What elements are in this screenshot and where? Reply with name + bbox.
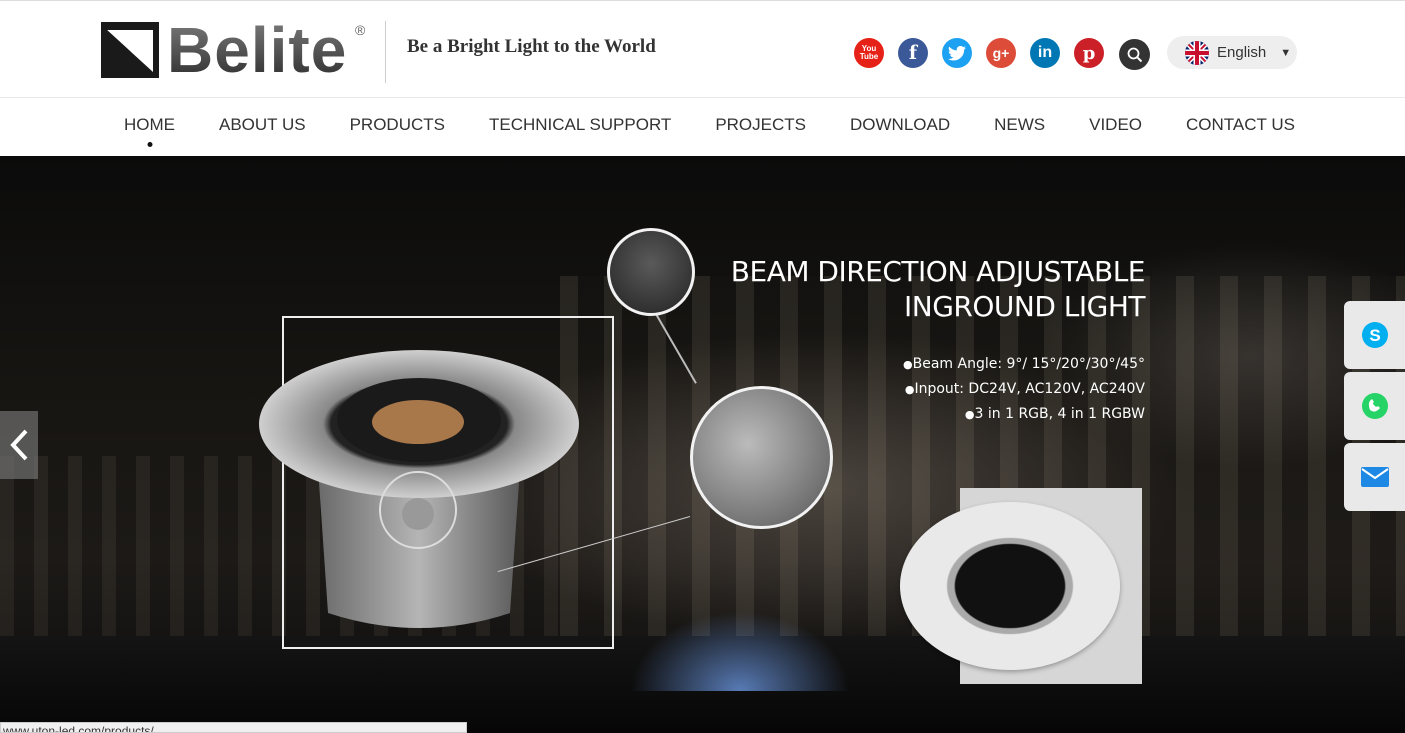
nav-item-home[interactable]: HOME [124,115,175,135]
inground-light-top-image [900,502,1120,670]
logo-text: Belite [167,14,348,86]
fountain-glow [630,611,850,691]
nav-item-contact-us[interactable]: CONTACT US [1186,115,1295,135]
header: Belite ® Be a Bright Light to the World … [0,0,1405,97]
language-select[interactable]: English ▼ [1167,36,1297,69]
registered-mark: ® [355,22,366,38]
svg-text:S: S [1369,326,1380,345]
banner-specs: Beam Angle: 9°/ 15°/20°/30°/45° Inpout: … [820,352,1145,427]
chevron-left-icon [10,429,28,461]
banner-title-line2: INGROUND LIGHT [903,290,1146,323]
facebook-icon[interactable]: f [898,38,928,68]
linkedin-label: in [1037,44,1053,61]
nav-item-projects[interactable]: PROJECTS [715,115,806,135]
nav-item-products[interactable]: PRODUCTS [350,115,445,135]
adjustment-detail-image [690,386,833,529]
email-icon [1360,467,1389,487]
inground-light-image [259,350,579,628]
logo[interactable]: Belite [101,14,348,86]
spec-beam-angle: Beam Angle: 9°/ 15°/20°/30°/45° [820,352,1145,377]
caret-down-icon: ▼ [1280,46,1292,59]
nav-item-technical-support[interactable]: TECHNICAL SUPPORT [489,115,671,135]
google-plus-icon[interactable]: g+ [986,38,1016,68]
header-divider [385,21,386,83]
nav-item-news[interactable]: NEWS [994,115,1045,135]
google-plus-label: g+ [992,45,1010,61]
language-label: English [1217,44,1267,61]
pinterest-icon[interactable]: p [1074,38,1104,68]
spec-input: Inpout: DC24V, AC120V, AC240V [820,377,1145,402]
whatsapp-button[interactable] [1344,372,1405,440]
youtube-icon[interactable]: You Tube [854,38,884,68]
email-button[interactable] [1344,443,1405,511]
skype-button[interactable]: S [1344,301,1405,369]
slogan: Be a Bright Light to the World [407,36,656,57]
slider-prev-button[interactable] [0,411,38,479]
banner-title: BEAM DIRECTION ADJUSTABLE INGROUND LIGHT [700,254,1146,324]
nav-item-video[interactable]: VIDEO [1089,115,1142,135]
side-contact-bar: S [1344,301,1405,514]
whatsapp-icon [1361,393,1388,419]
uk-flag-icon [1185,40,1209,65]
search-icon [1127,47,1142,62]
nav-item-about-us[interactable]: ABOUT US [219,115,306,135]
linkedin-icon[interactable]: in [1030,38,1060,68]
social-links: You Tube f g+ in p [854,38,1104,68]
skype-icon: S [1361,322,1388,348]
nav-item-download[interactable]: DOWNLOAD [850,115,950,135]
twitter-icon[interactable] [942,38,972,68]
logo-mark-icon [101,22,159,78]
hero-banner[interactable]: BEAM DIRECTION ADJUSTABLE INGROUND LIGHT… [0,156,1405,733]
search-button[interactable] [1119,39,1150,70]
main-nav: HOME ABOUT US PRODUCTS TECHNICAL SUPPORT… [0,97,1405,156]
pinterest-label: p [1082,42,1096,64]
youtube-label: You Tube [859,44,879,61]
banner-title-line1: BEAM DIRECTION ADJUSTABLE [730,255,1146,288]
allen-key-detail-image [607,228,695,316]
spec-rgb: 3 in 1 RGB, 4 in 1 RGBW [820,402,1145,427]
browser-status-url: www.uton-led.com/products/ [0,722,467,733]
facebook-label: f [908,42,918,64]
